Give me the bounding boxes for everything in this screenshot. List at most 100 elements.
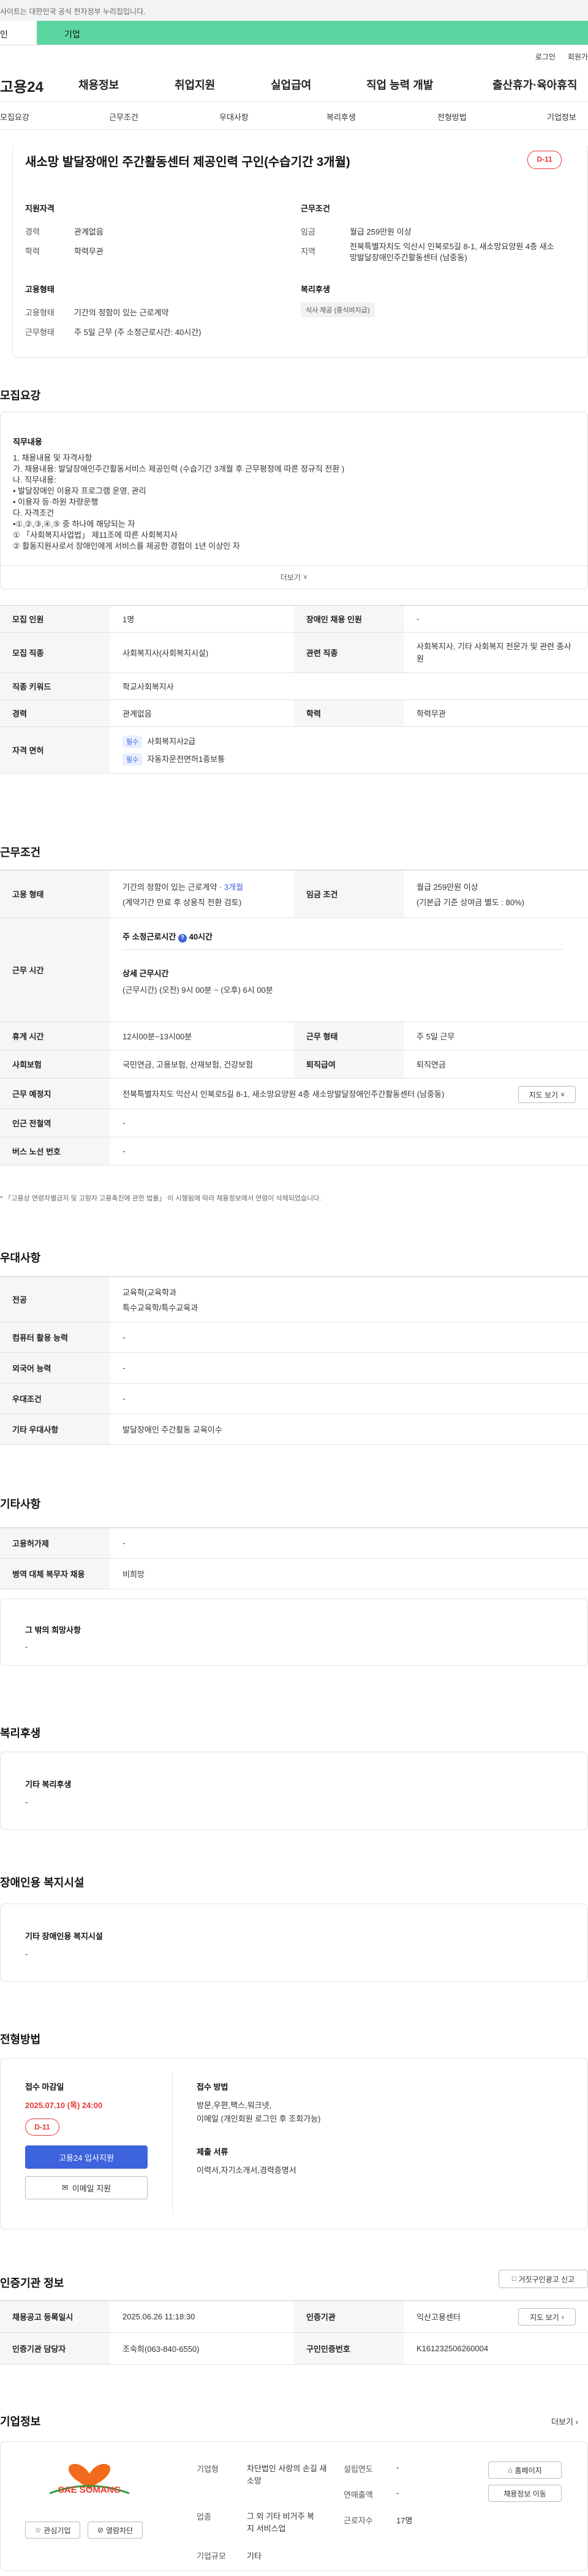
join-link[interactable]: 회원가	[568, 51, 588, 65]
table-row: 고용 형태 기간의 정함이 있는 근로계약 · 3개월 (계약기간 만료 후 상…	[0, 870, 588, 918]
anchor-pref[interactable]: 우대사항	[219, 111, 249, 122]
docs-title: 제출 서류	[197, 2147, 228, 2156]
career-value: 관계없음	[74, 227, 104, 236]
row-value: 2025.06.26 11:18:30	[123, 2312, 195, 2321]
major-item: 특수교육학/특수교육과	[123, 1303, 198, 1312]
company-size-value: 기타	[247, 2552, 262, 2561]
gnb-menu-employment-support[interactable]: 취업지원	[175, 77, 215, 92]
hope-title: 그 밖의 희망사항	[25, 1625, 81, 1635]
block-company-button[interactable]: ⊘ 열람차단	[88, 2521, 143, 2539]
gov-notice-text: 사이트는 대한민국 공식 전자정부 누리집입니다.	[0, 7, 146, 16]
gnb-menu-job-info[interactable]: 채용정보	[78, 77, 119, 92]
anchor-process[interactable]: 전형방법	[437, 111, 467, 122]
disab-card: 기타 장애인용 복지시설 -	[0, 1904, 588, 1982]
table-row: 인근 전철역 -	[0, 1109, 588, 1137]
detail-hours-title: 상세 근무시간	[123, 969, 169, 978]
gnb-menu-unemployment-benefit[interactable]: 실업급여	[271, 77, 311, 92]
summary-card: 새소망 발달장애인 주간활동센터 제공인력 구인(수습기간 3개월) D-11 …	[12, 146, 588, 358]
method-line-1: 방문,우편,팩스,워크넷,	[197, 2101, 272, 2110]
table-row: 근무 예정지 전북특별자치도 익산시 인북로5길 8-1, 새소망요양원 4층 …	[0, 1079, 588, 1109]
gnb-menu-training[interactable]: 직업 능력 개발	[366, 77, 433, 92]
row-value: 12시00분~13시00분	[123, 1032, 192, 1041]
job-desc-line: • 발달장애인 이용자 프로그램 운영, 관리	[13, 486, 146, 495]
hours-label: 근무형태	[25, 328, 55, 337]
company-logo: SAE SOMANG	[37, 2455, 141, 2504]
apply-button[interactable]: 고용24 입사지원	[25, 2145, 148, 2169]
email-apply-label: 이메일 지원	[72, 2183, 111, 2193]
tab-corp[interactable]: 기업	[37, 21, 588, 45]
row-value: -	[123, 1147, 126, 1156]
more-button[interactable]: 더보기 ∨	[1, 565, 587, 589]
agency-map-button[interactable]: 지도 보기 ›	[518, 2308, 576, 2326]
gnb-menu-parental-leave[interactable]: 출산휴가·육아휴직	[492, 77, 577, 92]
more-button-label: 더보기	[280, 573, 301, 582]
emp-period-text: 3개월	[224, 882, 244, 892]
row-label: 고용 형태	[0, 870, 110, 917]
info-icon[interactable]: ?	[178, 934, 187, 943]
hope-value: -	[25, 1642, 28, 1651]
report-button[interactable]: □ 거짓구인광고 신고	[499, 2270, 588, 2288]
major-item: 교육학(교육학과	[123, 1287, 177, 1297]
job-desc-line: 다. 자격조건	[13, 508, 55, 518]
process-card: 접수 마감일 2025.07.10 (목) 24:00 D-11 고용24 입사…	[0, 2058, 588, 2229]
table-row: 경력 관계없음 학력 학력무관	[0, 700, 588, 727]
agency-table: 채용공고 등록일시 2025.06.26 11:18:30 인증기관 익산고용센…	[0, 2300, 588, 2365]
emptype-label: 고용형태	[25, 308, 55, 317]
emp-value: 기간의 정함이 있는 근로계약 · 3개월 (계약기간 만료 후 상용직 전환 …	[110, 870, 243, 917]
work-time-value: 주 소정근로시간 ? 40시간 상세 근무시간 (근무시간) (오전) 9시 0…	[123, 930, 564, 995]
login-link[interactable]: 로그인	[535, 51, 556, 65]
emp-title: 고용형태	[25, 285, 55, 294]
row-label: 경력	[0, 700, 110, 726]
license-item: 필수 사회복지사2급	[123, 735, 195, 748]
row-label: 사회보험	[0, 1050, 110, 1078]
row-label: 모집 직종	[0, 633, 110, 672]
welfare-other-title: 기타 복리후생	[25, 1780, 72, 1789]
table-row: 모집 직종 사회복지사(사회복지시설) 관련 직종 사회복지사, 기타 사회복지…	[0, 633, 588, 673]
company-section-title: 기업정보	[0, 2416, 41, 2428]
block-icon: ⊘	[97, 2526, 104, 2534]
row-value: 주 5일 근무	[417, 1032, 455, 1041]
map-button[interactable]: 지도 보기 ∨	[518, 1086, 576, 1103]
row-value: 비희망	[123, 1570, 145, 1579]
row-value: 국민연금, 고용보험, 산재보험, 건강보험	[123, 1060, 254, 1069]
anchor-work[interactable]: 근무조건	[109, 111, 138, 122]
site-logo[interactable]: 고용24	[0, 75, 43, 96]
row-label: 병역 대체 복무자 채용	[0, 1559, 110, 1589]
email-apply-button[interactable]: ✉ 이메일 지원	[25, 2176, 148, 2199]
divider	[172, 2073, 173, 2214]
row-label: 임금 조건	[294, 870, 404, 917]
chevron-right-icon: ›	[561, 2313, 564, 2321]
row-value: -	[123, 1333, 126, 1342]
row-label: 인증기관 담당자	[0, 2333, 110, 2364]
deadline-title: 접수 마감일	[25, 2082, 64, 2092]
process-section-title: 전형방법	[0, 2033, 41, 2046]
hope-card: 그 밖의 희망사항 -	[0, 1599, 588, 1666]
row-label: 기타 우대사항	[0, 1414, 110, 1444]
report-label: 거짓구인광고 신고	[518, 2275, 575, 2284]
edu-value: 학력무관	[74, 247, 104, 256]
heart-logo-icon	[49, 2463, 130, 2495]
docs-value: 이력서,자기소개서,경력증명서	[197, 2166, 296, 2175]
anchor-welfare[interactable]: 복리후생	[326, 111, 356, 122]
method-line-2: 이메일 (개인회원 로그인 후 조회가능)	[197, 2114, 321, 2123]
company-jobs-button[interactable]: 채용정보 이동	[488, 2485, 562, 2502]
homepage-button[interactable]: ⌂ 홈페이지	[488, 2461, 562, 2479]
row-label: 모집 인원	[0, 606, 110, 632]
company-more-label: 더보기	[551, 2417, 573, 2427]
tab-person[interactable]: 인	[0, 21, 37, 45]
row-value: -	[123, 1394, 126, 1403]
area-value: 전북특별자치도 익산시 인북로5길 8-1, 새소망요양원 4층 새소망발달장애…	[350, 242, 554, 262]
company-more-link[interactable]: 더보기 ›	[551, 2416, 578, 2427]
row-label: 인근 전철역	[0, 1109, 110, 1137]
row-label: 장애인 채용 인원	[294, 606, 404, 632]
emp-value-note: (계약기간 만료 후 상용직 전환 검토)	[123, 897, 242, 907]
gov-notice-bar: 사이트는 대한민국 공식 전자정부 누리집입니다.	[0, 0, 588, 21]
favorite-company-button[interactable]: ☆ 관심기업	[25, 2521, 80, 2539]
detail-hours-value: (근무시간) (오전) 9시 00분 ~ (오후) 6시 00분	[123, 985, 273, 995]
company-logo-text: SAE SOMANG	[58, 2485, 121, 2495]
table-row: 버스 노선 번호 -	[0, 1137, 588, 1166]
table-row: 모집 인원 1명 장애인 채용 인원 -	[0, 606, 588, 633]
row-label: 우대조건	[0, 1384, 110, 1414]
anchor-recruit[interactable]: 모집요강	[0, 111, 29, 122]
anchor-company[interactable]: 기업정보	[547, 111, 576, 122]
